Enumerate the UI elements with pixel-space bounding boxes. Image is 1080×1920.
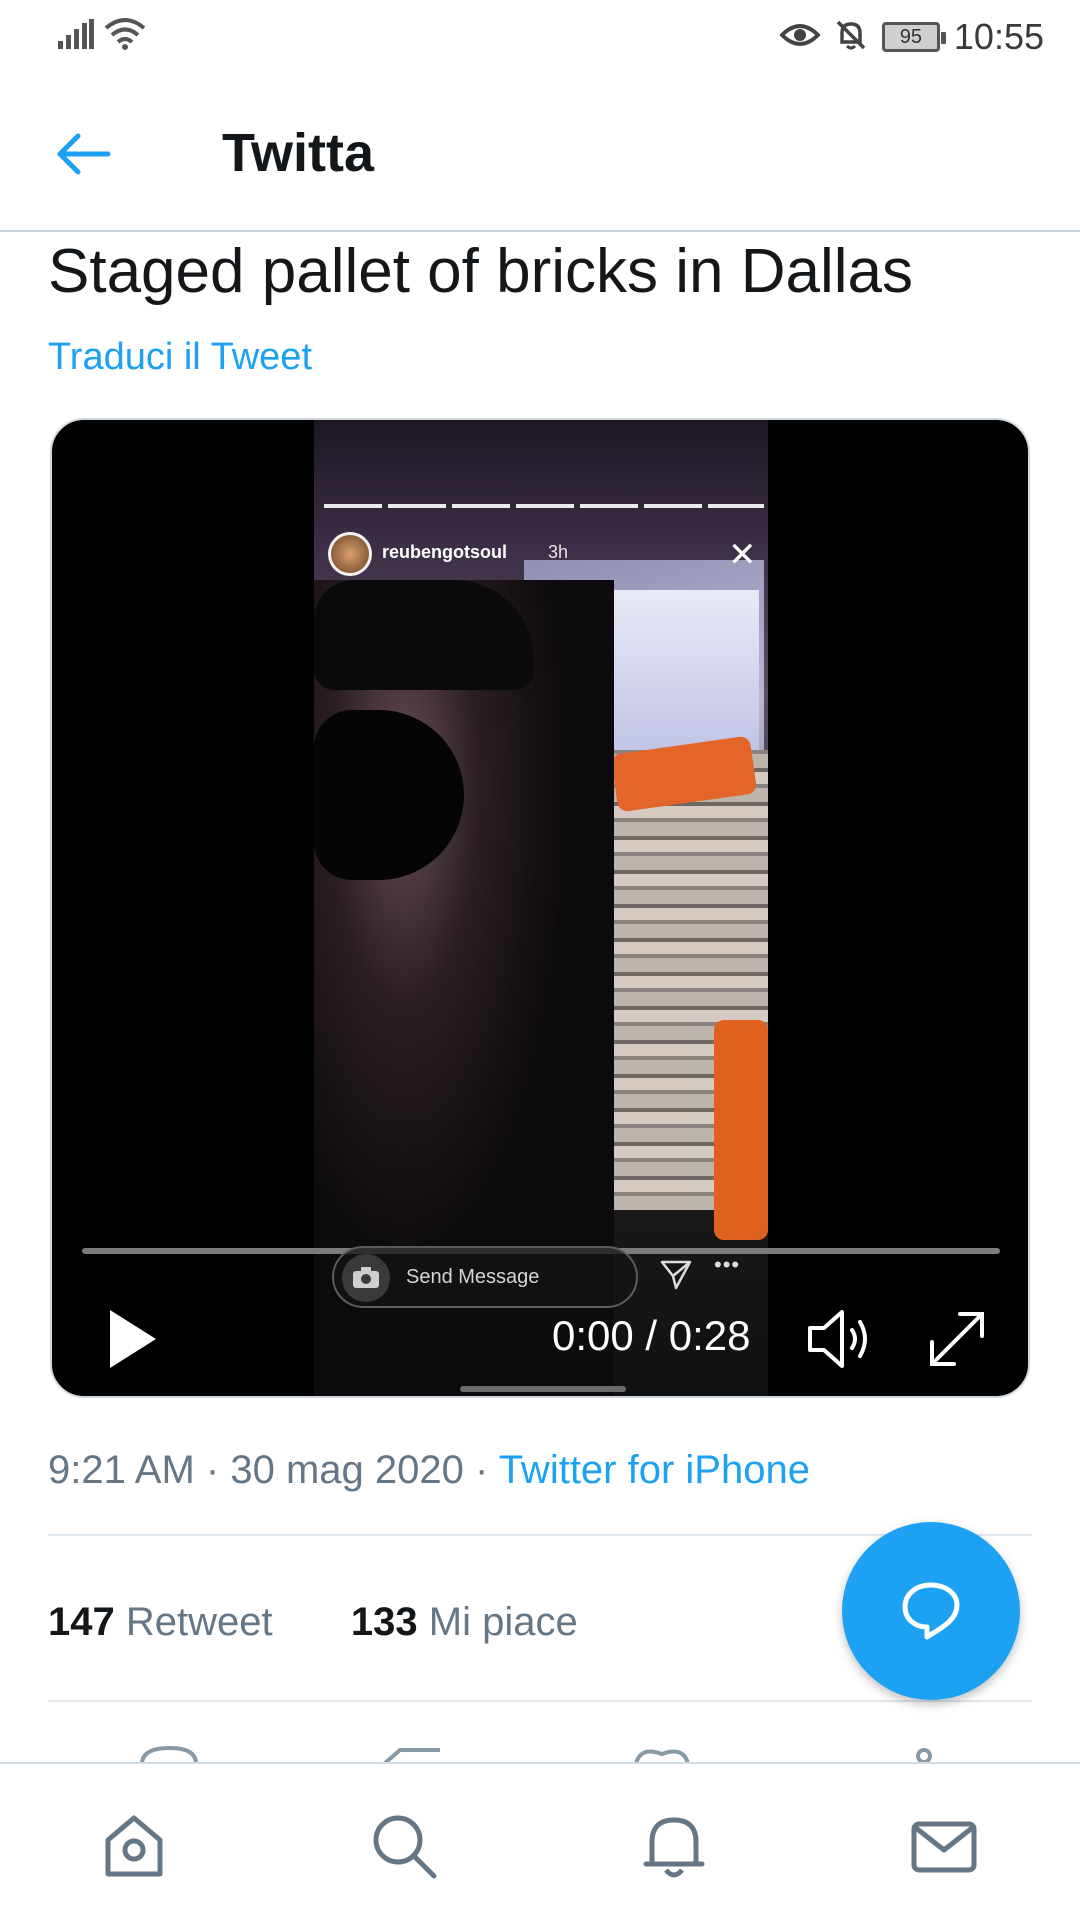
- video-home-indicator: [460, 1386, 626, 1392]
- nav-home[interactable]: [94, 1808, 174, 1888]
- likes-label: Mi piace: [428, 1600, 578, 1644]
- story-progress-segments: [324, 504, 764, 508]
- video-player[interactable]: reubengotsoul 3h ✕ Send Message ••• 0:00…: [50, 418, 1030, 1398]
- camera-icon: [342, 1254, 390, 1302]
- wifi-icon: [104, 18, 146, 55]
- retweets-stat[interactable]: 147 Retweet: [48, 1600, 284, 1644]
- fullscreen-button[interactable]: [924, 1306, 994, 1376]
- meta-separator: ·: [205, 1448, 220, 1492]
- meta-separator: ·: [474, 1448, 489, 1492]
- translate-tweet-link[interactable]: Traduci il Tweet: [48, 336, 312, 379]
- play-button[interactable]: [102, 1304, 172, 1384]
- fullscreen-icon: [924, 1312, 990, 1376]
- story-more-icon: •••: [714, 1252, 741, 1277]
- compose-reply-icon: [899, 1577, 963, 1646]
- search-icon: [368, 1810, 440, 1887]
- story-close-icon: ✕: [728, 536, 757, 574]
- video-scene-cap: [314, 580, 534, 690]
- story-send-message-text: Send Message: [406, 1266, 540, 1288]
- nav-messages[interactable]: [904, 1808, 984, 1888]
- reply-fab-button[interactable]: [842, 1522, 1020, 1700]
- eye-icon: [779, 21, 821, 54]
- likes-count: 133: [350, 1600, 418, 1644]
- signal-icon: [58, 19, 94, 54]
- likes-stat[interactable]: 133 Mi piace: [351, 1600, 578, 1644]
- page-title: Twitta: [222, 123, 374, 183]
- retweets-label: Retweet: [125, 1600, 273, 1644]
- status-bar: 95 10:55: [0, 0, 1080, 80]
- play-icon: [102, 1310, 162, 1378]
- direct-send-icon: [660, 1260, 692, 1295]
- tweet-detail-screen: 95 10:55 Twitta Staged pallet of bricks …: [0, 0, 1080, 1920]
- back-button[interactable]: [56, 124, 126, 188]
- status-time: 10:55: [953, 16, 1044, 57]
- app-header: Twitta: [0, 80, 1080, 232]
- tweet-text: Staged pallet of bricks in Dallas: [48, 237, 914, 306]
- tweet-actions-row-partial: [0, 1744, 1080, 1764]
- arrow-left-icon: [56, 132, 112, 181]
- notifications-icon: [638, 1810, 710, 1887]
- battery-icon: 95: [881, 22, 946, 52]
- nav-search[interactable]: [364, 1808, 444, 1888]
- nav-notifications[interactable]: [634, 1808, 714, 1888]
- story-username: reubengotsoul: [382, 542, 507, 562]
- story-avatar: [328, 532, 372, 576]
- divider: [48, 1700, 1032, 1702]
- tweet-meta: 9:21 AM · 30 mag 2020 · Twitter for iPho…: [48, 1448, 810, 1493]
- messages-icon: [908, 1810, 980, 1887]
- bell-off-icon: [834, 18, 868, 57]
- tweet-source-link[interactable]: Twitter for iPhone: [499, 1448, 810, 1492]
- volume-button[interactable]: [804, 1306, 884, 1376]
- volume-icon: [804, 1310, 880, 1376]
- video-time: 0:00 / 0:28: [552, 1312, 751, 1359]
- retweets-count: 147: [48, 1600, 115, 1644]
- tweet-time: 9:21 AM: [48, 1448, 195, 1492]
- tweet-date: 30 mag 2020: [230, 1448, 464, 1492]
- status-right: 95 10:55: [779, 16, 1044, 58]
- story-age: 3h: [548, 542, 569, 562]
- tweet-stats: 147 Retweet 133 Mi piace: [48, 1600, 578, 1645]
- status-left: [58, 18, 146, 55]
- bottom-nav: [0, 1762, 1080, 1920]
- home-icon: [98, 1810, 170, 1887]
- video-scene-orange-wrap-lower: [714, 1020, 768, 1240]
- story-send-message-pill: Send Message: [332, 1246, 638, 1308]
